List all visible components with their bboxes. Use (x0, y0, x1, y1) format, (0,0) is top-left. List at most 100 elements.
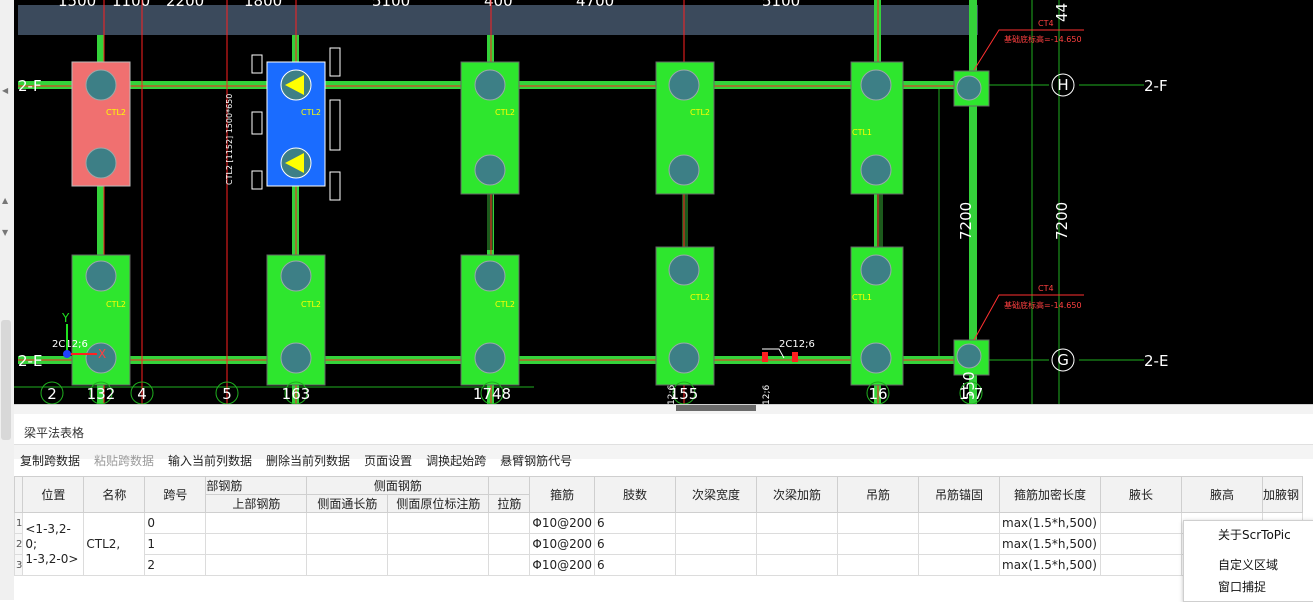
dim-5100b: 5100 (762, 0, 800, 10)
beam-table: 位置 名称 跨号 部钢筋 侧面钢筋 箍筋 肢数 次梁宽度 次梁加筋 吊筋 吊筋锚… (13, 476, 1313, 600)
collapse-arrow-icon[interactable]: ◀ (2, 86, 8, 95)
header-dense-length[interactable]: 箍筋加密长度 (999, 476, 1101, 513)
header-hanger[interactable]: 吊筋 (837, 476, 919, 513)
left-scroll-strip[interactable]: ◀ ▲ ▼ (0, 0, 15, 600)
axis-col: 132 (87, 385, 116, 403)
header-top-group: 部钢筋 (205, 476, 308, 495)
header-stirrup[interactable]: 箍筋 (529, 476, 595, 513)
paste-span-data-button[interactable]: 粘贴跨数据 (94, 452, 154, 472)
axis-2f-left: 2-F (18, 77, 42, 95)
axis-col: 2 (47, 385, 57, 403)
dim-2200: 2200 (166, 0, 204, 10)
legs-cell[interactable]: 6 (594, 533, 676, 555)
header-side-local[interactable]: 侧面原位标注筋 (387, 494, 490, 513)
cap-label: CTL2 (495, 108, 515, 117)
dense-length-cell[interactable]: max(1.5*h,500) (999, 533, 1101, 555)
scroll-up-icon[interactable]: ▲ (2, 196, 8, 205)
legs-cell[interactable]: 6 (594, 512, 676, 534)
header-hanger-anchor[interactable]: 吊筋锚固 (918, 476, 1000, 513)
axis-col: 163 (282, 385, 311, 403)
pile-caps-bottom (71, 246, 990, 386)
cap-label: CTL2 (495, 300, 515, 309)
header-span[interactable]: 跨号 (144, 476, 207, 513)
delete-column-data-button[interactable]: 删除当前列数据 (266, 452, 350, 472)
dim-44: 44 (1053, 3, 1071, 22)
input-column-data-button[interactable]: 输入当前列数据 (168, 452, 252, 472)
name-cell[interactable]: CTL2, (83, 512, 146, 576)
span-cell[interactable]: 0 (144, 512, 207, 534)
vertical-scrollbar-thumb[interactable] (1, 320, 11, 440)
swap-start-span-button[interactable]: 调换起始跨 (426, 452, 486, 472)
axis-col: 4 (137, 385, 147, 403)
row-number: 2 (13, 533, 24, 555)
cap-label: CTL2 (301, 300, 321, 309)
dim-5100: 5100 (372, 0, 410, 10)
stirrup-cell[interactable]: Φ10@200 (529, 512, 595, 534)
cap-label: CTL2 (301, 108, 321, 117)
axis-bubbles: H G 2-F 2-E 2-F 2-E (18, 73, 1168, 372)
menu-item-about[interactable]: 关于ScrToPic (1218, 526, 1291, 543)
header-side-group: 侧面钢筋 (306, 476, 490, 495)
dense-length-cell[interactable]: max(1.5*h,500) (999, 512, 1101, 534)
beam-annotation-vertical: 12;6 (667, 385, 677, 405)
cad-drawing-canvas[interactable]: 1500 1100 2200 1800 5100 400 4700 5100 C… (14, 0, 1313, 407)
panel-toolbar: 复制跨数据 粘贴跨数据 输入当前列数据 删除当前列数据 页面设置 调换起始跨 悬… (20, 452, 572, 472)
dense-length-cell[interactable]: max(1.5*h,500) (999, 554, 1101, 576)
axis-2f: 2-F (1144, 77, 1168, 95)
header-haunch-rebar[interactable]: 加腋钢 (1262, 476, 1303, 513)
dim-7200-left: 7200 (957, 202, 975, 240)
span-cell[interactable]: 2 (144, 554, 207, 576)
dim-1100: 1100 (112, 0, 150, 10)
dim-7200-right: 7200 (1053, 202, 1071, 240)
table-row[interactable]: 2 1 Φ10@200 6 max(1.5*h,500) (13, 533, 1303, 555)
menu-item-custom-region[interactable]: 自定义区域 (1218, 556, 1278, 573)
header-haunch-height[interactable]: 腋高 (1181, 476, 1263, 513)
axis-g: G (1057, 351, 1069, 369)
header-side-long[interactable]: 侧面通长筋 (306, 494, 389, 513)
vertical-annotation: CTL2 [1152] 1500*650 (225, 94, 234, 185)
splitter-grip[interactable] (676, 405, 756, 411)
page-setup-button[interactable]: 页面设置 (364, 452, 412, 472)
header-position[interactable]: 位置 (22, 476, 85, 513)
axis-col: 1748 (473, 385, 511, 403)
header-tie[interactable]: 拉筋 (488, 494, 531, 513)
header-haunch-length[interactable]: 腋长 (1100, 476, 1182, 513)
header-secondary-width[interactable]: 次梁宽度 (675, 476, 757, 513)
legs-cell[interactable]: 6 (594, 554, 676, 576)
beam-annotation: 2C12;6 (52, 339, 88, 350)
beam-table-panel: 梁平法表格 复制跨数据 粘贴跨数据 输入当前列数据 删除当前列数据 页面设置 调… (13, 414, 1313, 600)
piles (85, 69, 982, 374)
position-cell[interactable]: <1-3,2-0; 1-3,2-0> (22, 512, 85, 576)
header-secondary-add[interactable]: 次梁加筋 (756, 476, 838, 513)
header-name[interactable]: 名称 (83, 476, 146, 513)
table-row[interactable]: 3 2 Φ10@200 6 max(1.5*h,500) (13, 554, 1303, 576)
scroll-down-icon[interactable]: ▼ (2, 228, 8, 237)
table-row[interactable]: 1 <1-3,2-0; 1-3,2-0> CTL2, 0 Φ10@200 6 m… (13, 512, 1303, 576)
ct4-label: CT4 (1038, 19, 1054, 28)
cap-label: CTL1 (852, 128, 872, 137)
cap-label: CTL2 (690, 293, 710, 302)
axis-h: H (1057, 76, 1068, 94)
axis-2e: 2-E (1144, 352, 1168, 370)
svg-text:X: X (98, 347, 106, 361)
beam-annotation-vertical: 12;6 (762, 385, 772, 405)
dim-4700: 4700 (576, 0, 614, 10)
copy-span-data-button[interactable]: 复制跨数据 (20, 452, 80, 472)
ct4-label: CT4 (1038, 284, 1054, 293)
header-legs[interactable]: 肢数 (594, 476, 676, 513)
cap-label: CTL1 (852, 293, 872, 302)
axis-col: 1-7 (959, 385, 984, 403)
row-number: 1 (13, 512, 24, 534)
menu-item-window-capture[interactable]: 窗口捕捉 (1218, 578, 1266, 595)
axis-col: 16 (868, 385, 887, 403)
context-menu: 关于ScrToPic 自定义区域 窗口捕捉 (1183, 520, 1313, 602)
elevation-label: 基础底标高=-14.650 (1004, 34, 1082, 44)
stirrup-cell[interactable]: Φ10@200 (529, 554, 595, 576)
stirrup-cell[interactable]: Φ10@200 (529, 533, 595, 555)
span-cell[interactable]: 1 (144, 533, 207, 555)
dim-1500: 1500 (58, 0, 96, 10)
header-top-rebar[interactable]: 上部钢筋 (205, 494, 308, 513)
cap-label: CTL2 (690, 108, 710, 117)
dim-400: 400 (484, 0, 513, 10)
cantilever-rebar-code-button[interactable]: 悬臂钢筋代号 (500, 452, 572, 472)
